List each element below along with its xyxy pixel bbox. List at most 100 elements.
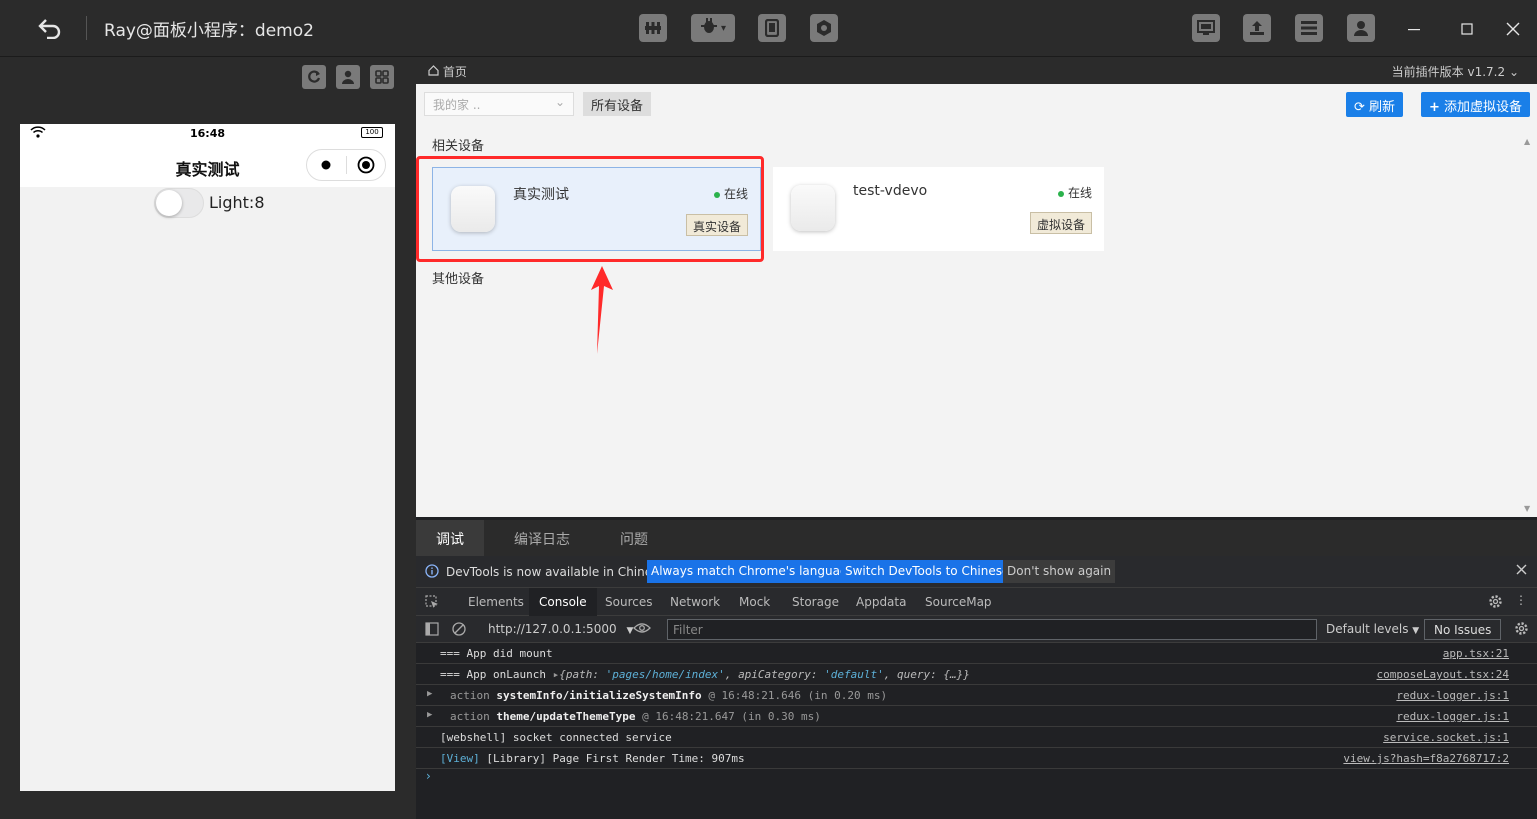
phone-status-bar: 16:48 100 — [20, 124, 395, 144]
minimize-icon[interactable] — [1401, 16, 1427, 42]
refresh-icon: ⟳ — [1354, 100, 1365, 115]
grid-icon[interactable] — [370, 65, 394, 89]
log-message: [webshell] socket connected service — [440, 731, 672, 744]
context-url: http://127.0.0.1:5000 — [488, 622, 617, 636]
reload-icon[interactable] — [302, 65, 326, 89]
log-action: theme/updateThemeType — [496, 710, 636, 723]
match-language-button[interactable]: Always match Chrome's language — [647, 560, 859, 583]
plugin-icon[interactable] — [810, 14, 838, 42]
console-log-row: === App did mount app.tsx:21 — [416, 643, 1537, 664]
log-prefix: action — [450, 710, 490, 723]
tab-compile-log[interactable]: 编译日志 — [494, 520, 590, 556]
red-arrow-annotation — [591, 266, 613, 354]
context-select[interactable]: http://127.0.0.1:5000 ▼ — [488, 622, 633, 636]
issues-button[interactable]: No Issues — [1424, 619, 1502, 640]
console-log-row[interactable]: ▶ action theme/updateThemeType @ 16:48:2… — [416, 706, 1537, 727]
menu-icon[interactable] — [1295, 14, 1323, 42]
main-scrollbar[interactable]: ▲ ▼ — [1520, 137, 1537, 517]
sidebar-toggle-icon[interactable] — [425, 622, 439, 639]
ptab-sourcemap[interactable]: SourceMap — [915, 588, 1002, 616]
all-devices-button[interactable]: 所有设备 — [583, 92, 652, 116]
user-icon[interactable] — [1347, 14, 1375, 42]
console-prompt-icon[interactable]: › — [426, 769, 431, 783]
tab-issues[interactable]: 问题 — [600, 520, 668, 556]
log-message-text: === App onLaunch — [440, 668, 546, 681]
preview-icon[interactable] — [1192, 14, 1220, 42]
log-source-link[interactable]: service.socket.js:1 — [1383, 731, 1509, 744]
console-log-row[interactable]: ▶ action systemInfo/initializeSystemInfo… — [416, 685, 1537, 706]
kebab-menu-icon[interactable]: ⋮ — [1515, 593, 1527, 607]
close-icon[interactable] — [1516, 564, 1527, 578]
phone-screen: 16:48 100 真实测试 Light:8 — [20, 124, 395, 791]
plugin-version-select[interactable]: 当前插件版本 v1.7.2 ⌄ — [1392, 63, 1519, 80]
log-source-link[interactable]: composeLayout.tsx:24 — [1377, 668, 1509, 681]
language-infobar: DevTools is now available in Chinese! Al… — [416, 556, 1537, 588]
status-badge: 在线 — [1057, 184, 1092, 201]
log-time: @ 16:48:21.646 (in 0.20 ms) — [708, 689, 888, 702]
settings-icon[interactable] — [1514, 621, 1529, 639]
expand-triangle-icon[interactable]: ▶ — [427, 710, 432, 720]
light-switch[interactable] — [154, 188, 204, 218]
device-type-tag: 虚拟设备 — [1029, 212, 1092, 234]
exit-icon[interactable] — [347, 150, 386, 180]
debug-button[interactable]: ▾ — [691, 14, 735, 42]
title-separator — [86, 16, 87, 40]
ptab-network[interactable]: Network — [660, 588, 730, 616]
log-source-link[interactable]: view.js?hash=f8a2768717:2 — [1343, 752, 1509, 765]
log-time: @ 16:48:21.647 (in 0.30 ms) — [642, 710, 821, 723]
battery-level: 100 — [365, 128, 379, 136]
switch-chinese-button[interactable]: Switch DevTools to Chinese — [841, 560, 1014, 583]
log-message: === App onLaunch ▸{path: 'pages/home/ind… — [440, 668, 970, 681]
mini-capsule — [306, 149, 386, 181]
dont-show-button[interactable]: Don't show again — [1003, 560, 1116, 583]
inspect-icon[interactable] — [425, 595, 439, 612]
user-icon[interactable] — [336, 65, 360, 89]
breadcrumb: 首页 当前插件版本 v1.7.2 ⌄ — [416, 57, 1537, 84]
other-devices-label: 其他设备 — [432, 272, 485, 287]
eye-icon[interactable] — [633, 622, 651, 637]
scroll-down-icon[interactable]: ▼ — [1524, 504, 1530, 513]
home-select[interactable]: 我的家 .. ⌄ — [424, 92, 574, 116]
filter-input[interactable]: Filter — [667, 619, 1317, 640]
ptab-sources[interactable]: Sources — [595, 588, 662, 616]
back-icon[interactable] — [28, 12, 72, 44]
ptab-elements[interactable]: Elements — [458, 588, 534, 616]
log-message: === App did mount — [440, 647, 553, 660]
scroll-up-icon[interactable]: ▲ — [1524, 137, 1530, 146]
log-message: action systemInfo/initializeSystemInfo @… — [450, 689, 887, 702]
device-name: test-vdevo — [853, 183, 928, 199]
chevron-down-icon: ▾ — [720, 22, 727, 34]
device-card-virtual[interactable]: test-vdevo 在线 虚拟设备 — [773, 167, 1104, 251]
log-source-link[interactable]: app.tsx:21 — [1443, 647, 1509, 660]
ptab-storage[interactable]: Storage — [782, 588, 849, 616]
home-select-placeholder: 我的家 .. — [433, 98, 481, 112]
log-message: action theme/updateThemeType @ 16:48:21.… — [450, 710, 821, 723]
plugin-version: 当前插件版本 v1.7.2 — [1391, 65, 1506, 79]
ptab-mock[interactable]: Mock — [729, 588, 780, 616]
log-levels-select[interactable]: Default levels ▼ — [1326, 622, 1419, 636]
ptab-console[interactable]: Console — [529, 588, 597, 616]
log-source-link[interactable]: redux-logger.js:1 — [1396, 710, 1509, 723]
tab-debug[interactable]: 调试 — [416, 520, 484, 556]
log-source-link[interactable]: redux-logger.js:1 — [1396, 689, 1509, 702]
log-obj-value: 'default' — [824, 668, 884, 681]
expand-triangle-icon[interactable]: ▶ — [427, 689, 432, 699]
clear-console-icon[interactable] — [452, 622, 466, 639]
settings-icon[interactable] — [1488, 594, 1503, 612]
switch-knob — [156, 190, 182, 216]
more-icon[interactable] — [307, 150, 346, 180]
device-icon — [791, 185, 835, 231]
add-virtual-device-button[interactable]: + 添加虚拟设备 — [1421, 92, 1531, 117]
chip-icon[interactable] — [639, 14, 667, 42]
upload-icon[interactable] — [1243, 14, 1271, 42]
breadcrumb-home[interactable]: 首页 — [428, 63, 467, 80]
refresh-button[interactable]: ⟳ 刷新 — [1346, 92, 1404, 117]
ptab-appdata[interactable]: Appdata — [846, 588, 916, 616]
chevron-down-icon: ▼ — [1412, 626, 1420, 636]
related-devices-label: 相关设备 — [432, 139, 485, 154]
close-icon[interactable] — [1500, 16, 1526, 42]
phone-icon[interactable] — [758, 14, 786, 42]
log-prefix: action — [450, 689, 490, 702]
title-bar: Ray@面板小程序：demo2 ▾ — [0, 0, 1537, 57]
maximize-icon[interactable] — [1454, 16, 1480, 42]
